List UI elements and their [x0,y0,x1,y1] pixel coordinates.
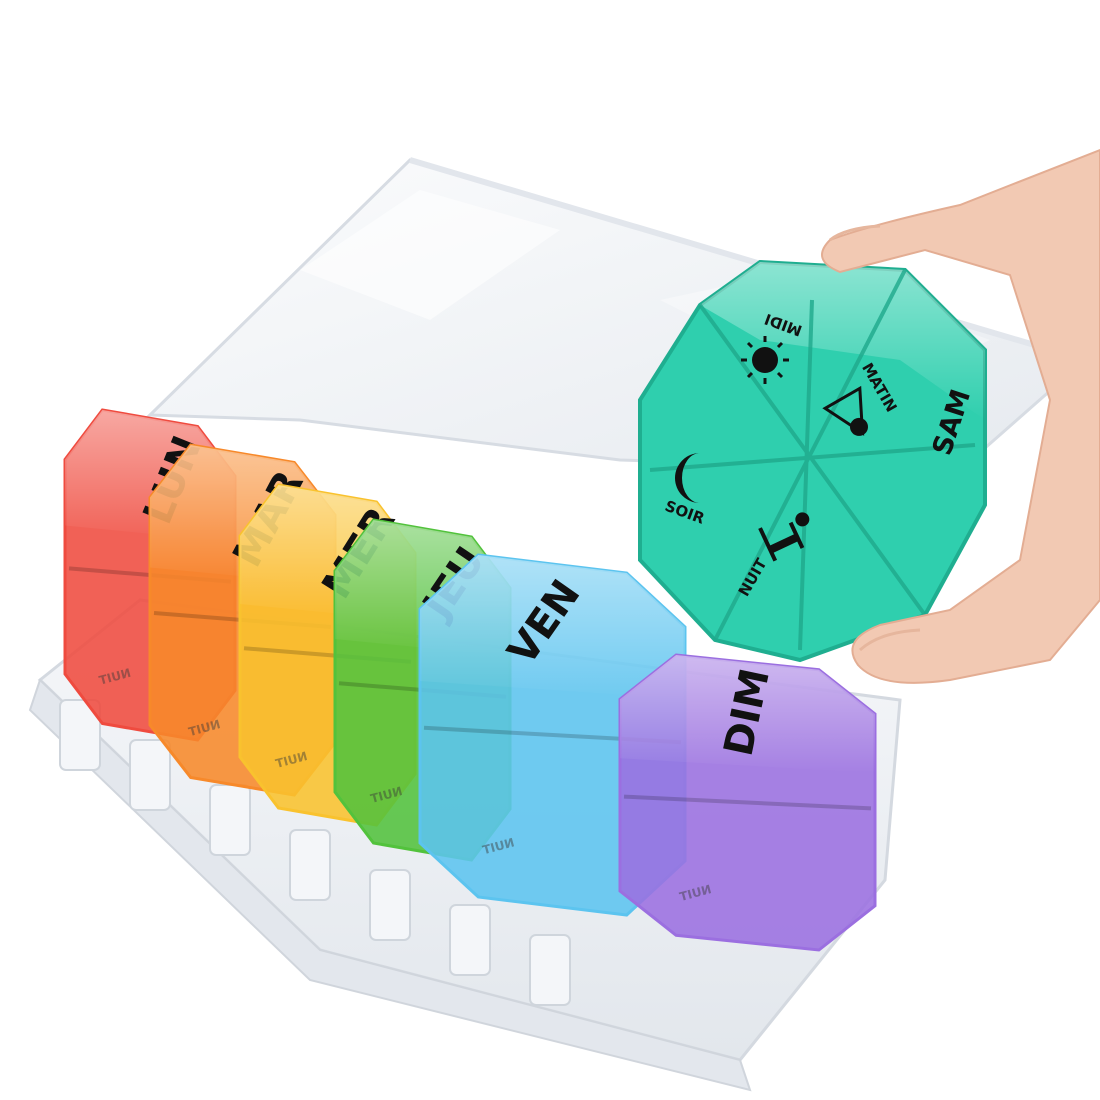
held-case-sam[interactable]: MIDI MATIN SOIR NUIT SAM [638,259,987,663]
day-case-dim[interactable]: DIMNUIT [618,653,877,952]
product-photo: LUNNUITMARNUITMERNUITJEUNUITVENNUITDIMNU… [0,0,1100,1100]
